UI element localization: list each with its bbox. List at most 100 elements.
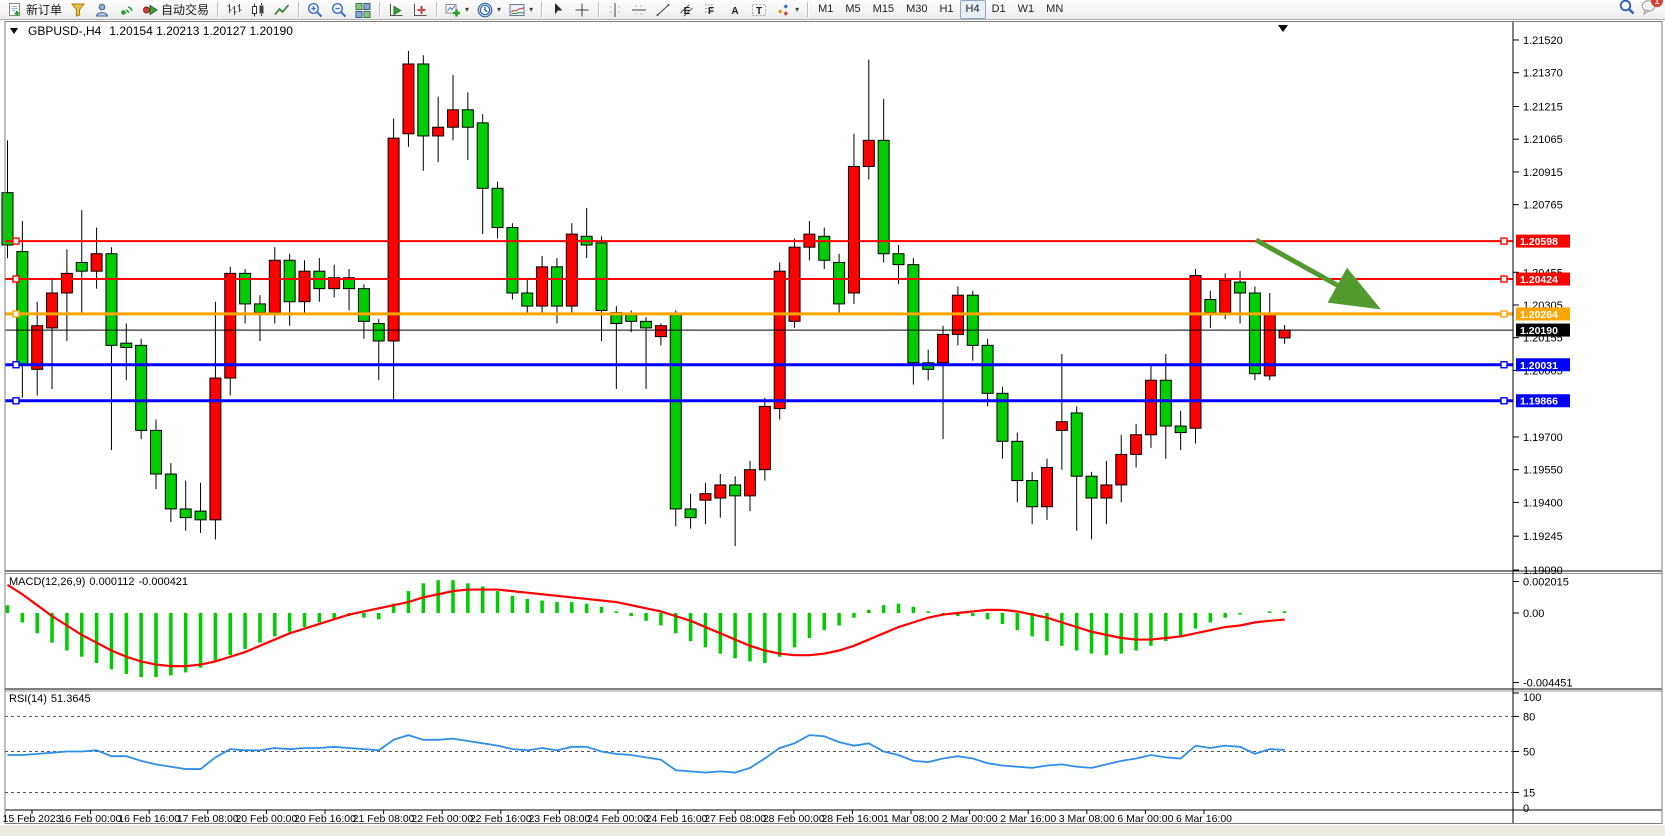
equidistant-channel-button[interactable]: E [675, 0, 699, 20]
svg-text:A: A [731, 6, 738, 17]
svg-text:1.19700: 1.19700 [1523, 432, 1563, 444]
line-anchor[interactable] [1501, 362, 1507, 368]
dropdown-caret-icon[interactable]: ▾ [497, 5, 501, 14]
chart-shift-icon [412, 2, 428, 18]
templates-button[interactable]: ▾ [505, 0, 537, 20]
svg-text:80: 80 [1523, 711, 1535, 723]
svg-text:24 Feb 00:00: 24 Feb 00:00 [587, 813, 649, 825]
search-button[interactable] [1619, 0, 1635, 20]
line-anchor[interactable] [1501, 398, 1507, 404]
svg-text:1.19245: 1.19245 [1523, 531, 1563, 543]
tile-windows-button[interactable] [351, 0, 375, 20]
fibo-icon: F [703, 2, 719, 18]
funnel-icon [70, 2, 86, 18]
zoom-in-button[interactable] [303, 0, 327, 20]
line-type-icon [274, 2, 290, 18]
autotrade-button[interactable]: 自动交易 [138, 0, 213, 20]
symbols-button[interactable] [66, 0, 90, 20]
timeframe-m1[interactable]: M1 [812, 0, 839, 19]
timeframe-mn[interactable]: MN [1040, 0, 1069, 19]
bar-chart-type-button[interactable] [222, 0, 246, 20]
timeframe-w1[interactable]: W1 [1012, 0, 1041, 19]
timeframe-d1[interactable]: D1 [986, 0, 1012, 19]
timeframe-h1[interactable]: H1 [933, 0, 959, 19]
svg-text:22 Feb 16:00: 22 Feb 16:00 [470, 813, 532, 825]
chart-play-icon [388, 2, 404, 18]
horizontal-line-button[interactable] [627, 0, 651, 20]
add-indicator-button[interactable]: ▾ [441, 0, 473, 20]
text-icon: A [727, 2, 743, 18]
text-label-button[interactable]: T [747, 0, 771, 20]
notification-badge: 1 [1651, 0, 1663, 7]
svg-text:15 Feb 2023: 15 Feb 2023 [3, 813, 62, 825]
shapes-icon [775, 2, 791, 18]
timeframe-m5[interactable]: M5 [839, 0, 866, 19]
toolbar-separator [436, 2, 437, 17]
svg-text:1.19400: 1.19400 [1523, 497, 1563, 509]
timeframe-h4[interactable]: H4 [960, 0, 986, 19]
line-anchor[interactable] [1501, 311, 1507, 317]
clock-icon [477, 2, 493, 18]
vertical-line-button[interactable] [603, 0, 627, 20]
svg-text:2 Mar 16:00: 2 Mar 16:00 [1000, 813, 1056, 825]
cursor-icon [550, 2, 566, 18]
price-line-label: 1.20424 [1520, 274, 1558, 286]
line-anchor[interactable] [13, 238, 19, 244]
line-anchor[interactable] [1501, 238, 1507, 244]
price-line-label: 1.19866 [1520, 396, 1558, 408]
dropdown-caret-icon[interactable]: ▾ [795, 5, 799, 14]
svg-text:6 Mar 00:00: 6 Mar 00:00 [1117, 813, 1173, 825]
profile-button[interactable] [90, 0, 114, 20]
svg-text:6 Mar 16:00: 6 Mar 16:00 [1176, 813, 1232, 825]
bottom-strip [0, 825, 1665, 836]
svg-text:23 Feb 08:00: 23 Feb 08:00 [528, 813, 590, 825]
time-axis[interactable]: 15 Feb 202316 Feb 00:0016 Feb 16:0017 Fe… [3, 810, 1233, 825]
trendline-button[interactable] [651, 0, 675, 20]
svg-text:16 Feb 16:00: 16 Feb 16:00 [118, 813, 180, 825]
notifications-button[interactable]: 1 [1641, 0, 1657, 20]
svg-text:100: 100 [1523, 692, 1541, 704]
cursor-button[interactable] [546, 0, 570, 20]
svg-text:1.20765: 1.20765 [1523, 200, 1563, 212]
svg-text:1 Mar 08:00: 1 Mar 08:00 [883, 813, 939, 825]
line-anchor[interactable] [13, 276, 19, 282]
auto-scroll-button[interactable] [384, 0, 408, 20]
candlestick-type-button[interactable] [246, 0, 270, 20]
chart-shift-button[interactable] [408, 0, 432, 20]
svg-text:50: 50 [1523, 747, 1535, 759]
signals-button[interactable] [114, 0, 138, 20]
svg-text:0: 0 [1523, 803, 1529, 815]
text-button[interactable]: A [723, 0, 747, 20]
dropdown-caret-icon[interactable]: ▾ [465, 5, 469, 14]
template-icon [509, 2, 525, 18]
svg-text:1.20915: 1.20915 [1523, 167, 1563, 179]
svg-text:24 Feb 16:00: 24 Feb 16:00 [646, 813, 708, 825]
toolbar-separator [598, 2, 599, 17]
fibonacci-button[interactable]: F [699, 0, 723, 20]
dropdown-caret-icon[interactable]: ▾ [529, 5, 533, 14]
candle-type-icon [250, 2, 266, 18]
periods-button[interactable]: ▾ [473, 0, 505, 20]
svg-text:0.002015: 0.002015 [1523, 577, 1569, 589]
line-anchor[interactable] [13, 398, 19, 404]
svg-text:1.21370: 1.21370 [1523, 68, 1563, 80]
line-anchor[interactable] [1501, 276, 1507, 282]
line-anchor[interactable] [13, 362, 19, 368]
timeframe-m15[interactable]: M15 [867, 0, 900, 19]
zoom-out-button[interactable] [327, 0, 351, 20]
line-anchor[interactable] [13, 311, 19, 317]
line-chart-type-button[interactable] [270, 0, 294, 20]
new-order-button[interactable]: 新订单 [3, 0, 66, 20]
svg-text:17 Feb 08:00: 17 Feb 08:00 [177, 813, 239, 825]
crosshair-button[interactable] [570, 0, 594, 20]
svg-text:2 Mar 00:00: 2 Mar 00:00 [942, 813, 998, 825]
new-order-button-label: 新订单 [26, 1, 62, 18]
arrows-button[interactable]: ▾ [771, 0, 803, 20]
chart-canvas[interactable]: 1.215201.213701.212151.210651.209151.207… [0, 20, 1665, 836]
tile-icon [355, 2, 371, 18]
svg-text:28 Feb 16:00: 28 Feb 16:00 [821, 813, 883, 825]
svg-text:20 Feb 00:00: 20 Feb 00:00 [235, 813, 297, 825]
crosshair-icon [574, 2, 590, 18]
timeframe-m30[interactable]: M30 [900, 0, 933, 19]
signal-icon [118, 2, 134, 18]
